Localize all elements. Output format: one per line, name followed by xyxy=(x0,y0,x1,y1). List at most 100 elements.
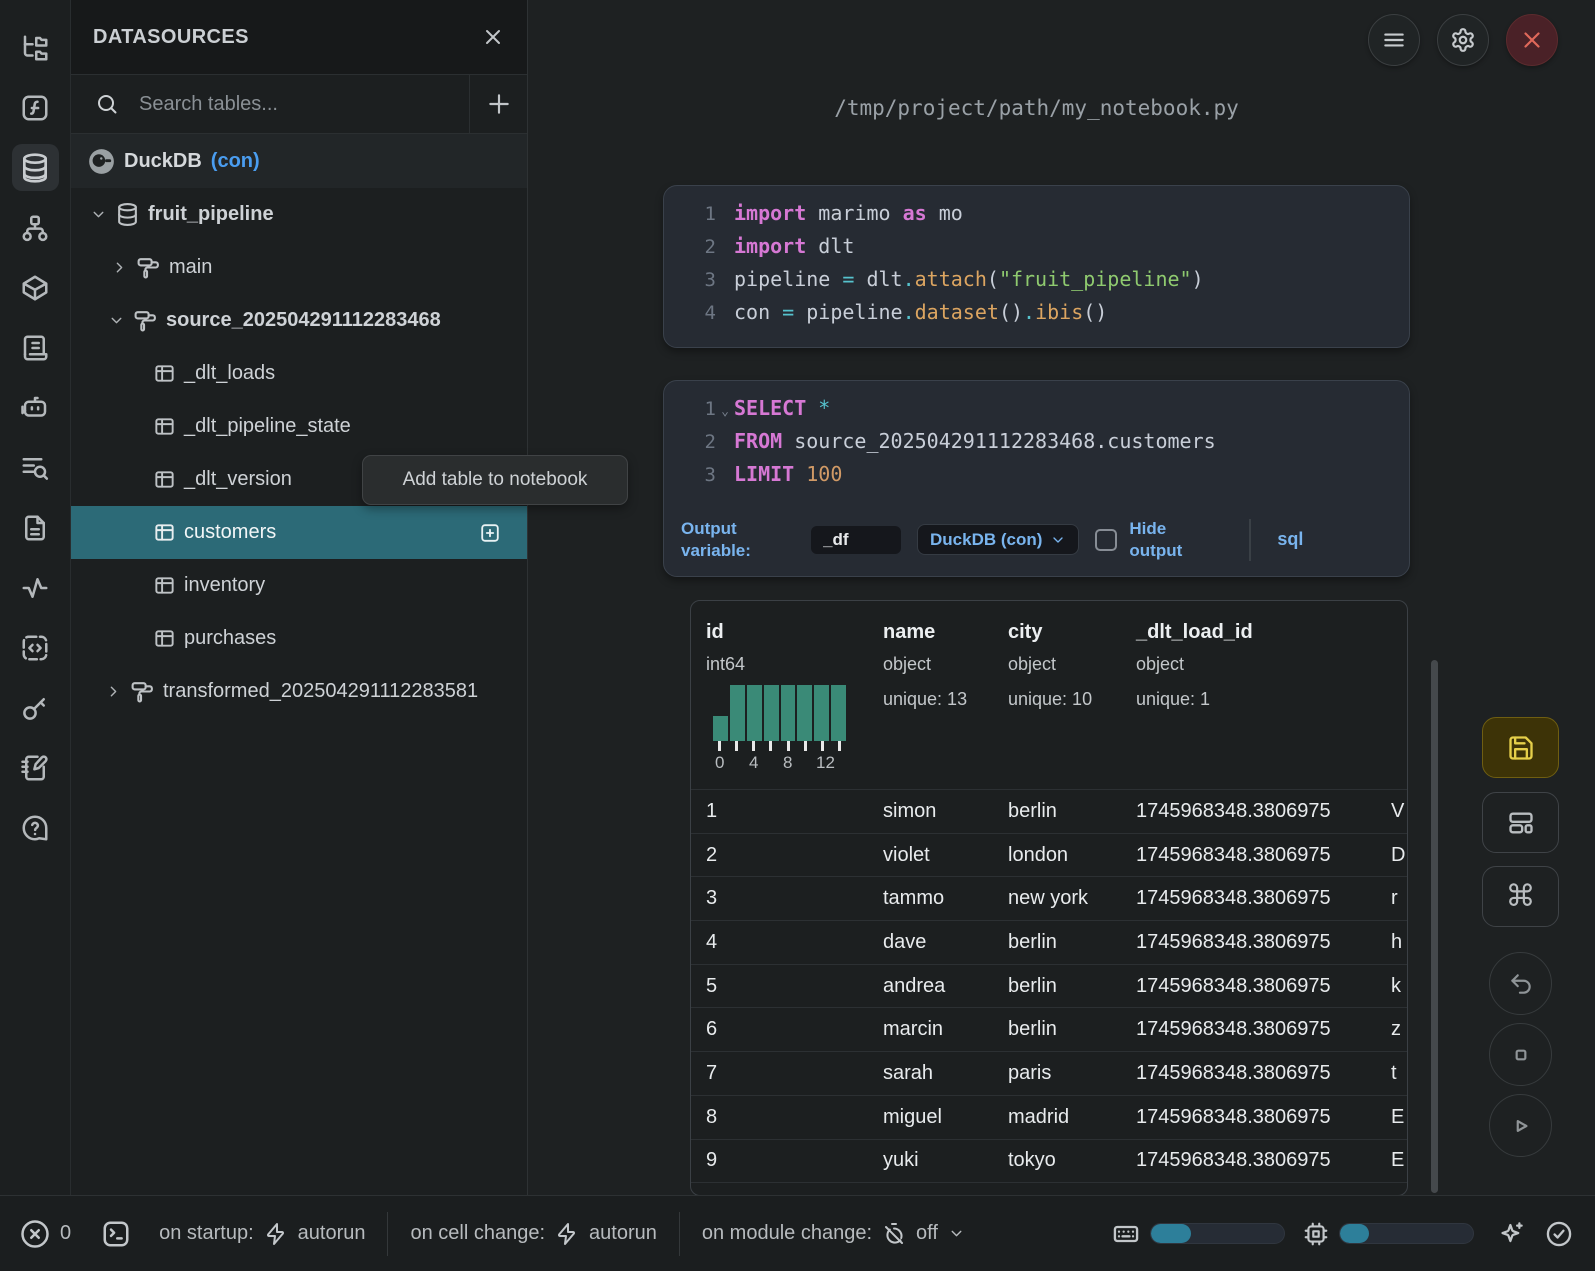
on-cell-change-setting[interactable]: on cell change: autorun xyxy=(410,1222,656,1246)
tree-item-schema-main[interactable]: main xyxy=(71,241,527,294)
search-box[interactable] xyxy=(71,75,469,133)
documentation-icon[interactable] xyxy=(12,504,59,551)
schema-icon xyxy=(130,679,155,704)
table-row[interactable]: 3tammonew york1745968348.3806975r xyxy=(691,876,1407,920)
column-header-clipped[interactable] xyxy=(1391,601,1407,789)
engine-select-dropdown[interactable]: DuckDB (con) xyxy=(917,524,1079,555)
divider xyxy=(387,1212,388,1256)
undo-button[interactable] xyxy=(1489,952,1552,1015)
tree-item-table-inventory[interactable]: inventory xyxy=(71,559,527,612)
python-cell[interactable]: 1import marimo as mo 2import dlt 3pipeli… xyxy=(663,185,1410,348)
line-number: 2 xyxy=(664,431,716,453)
code-line: pipeline = dlt.attach("fruit_pipeline") xyxy=(734,267,1204,291)
line-number: 1 xyxy=(664,203,716,225)
tree-item-label: source_202504291112283468 xyxy=(166,309,441,332)
on-module-change-setting[interactable]: on module change: off xyxy=(702,1222,965,1246)
help-icon[interactable] xyxy=(12,804,59,851)
add-table-to-notebook-icon[interactable] xyxy=(479,522,501,544)
error-indicator[interactable]: 0 xyxy=(20,1219,71,1249)
function-square-icon[interactable] xyxy=(12,84,59,131)
hide-output-checkbox[interactable] xyxy=(1095,529,1117,551)
search-row xyxy=(71,75,527,134)
on-module-change-label: on module change: xyxy=(702,1222,872,1245)
activity-rail xyxy=(0,0,71,1195)
shutdown-button[interactable] xyxy=(1506,14,1558,66)
line-number: 2 xyxy=(664,236,716,258)
duckdb-logo-icon xyxy=(88,148,115,175)
notebook-scrollbar[interactable] xyxy=(1431,660,1438,1193)
connection-status-check-icon[interactable] xyxy=(1545,1220,1573,1248)
chevron-down-icon[interactable] xyxy=(108,312,125,329)
tree-item-database[interactable]: fruit_pipeline xyxy=(71,188,527,241)
table-row[interactable]: 1simonberlin1745968348.3806975V xyxy=(691,789,1407,833)
memory-progress-bar xyxy=(1150,1223,1285,1244)
fold-chevron-icon[interactable]: ⌄ xyxy=(716,404,734,419)
command-palette-button[interactable]: ⌘ xyxy=(1482,866,1559,927)
chat-bot-icon[interactable] xyxy=(12,384,59,431)
settings-button[interactable] xyxy=(1437,14,1489,66)
snippets-code-icon[interactable] xyxy=(12,624,59,671)
table-row[interactable]: 6marcinberlin1745968348.3806975z xyxy=(691,1007,1407,1051)
column-header-dlt-load-id[interactable]: _dlt_load_id object unique: 1 xyxy=(1136,601,1391,789)
tree-item-label: _dlt_version xyxy=(184,468,292,491)
chevron-right-icon[interactable] xyxy=(111,259,128,276)
secrets-key-icon[interactable] xyxy=(12,684,59,731)
tree-item-label: main xyxy=(169,256,212,279)
run-button[interactable] xyxy=(1489,1094,1552,1157)
tree-item-table-purchases[interactable]: purchases xyxy=(71,612,527,665)
table-row[interactable]: 5andreaberlin1745968348.3806975k xyxy=(691,964,1407,1008)
clipped-table-row xyxy=(691,1182,1407,1195)
line-number: 4 xyxy=(664,302,716,324)
activity-icon[interactable] xyxy=(12,564,59,611)
logs-scroll-icon[interactable] xyxy=(12,324,59,371)
save-button[interactable] xyxy=(1482,717,1559,778)
tree-item-schema-transformed[interactable]: transformed_202504291112283581 xyxy=(71,665,527,718)
chevron-right-icon[interactable] xyxy=(105,683,122,700)
sql-cell[interactable]: 1⌄SELECT * 2FROM source_2025042911122834… xyxy=(663,380,1410,577)
engine-row[interactable]: DuckDB (con) xyxy=(71,134,527,188)
search-input[interactable] xyxy=(139,93,399,116)
packages-icon[interactable] xyxy=(12,264,59,311)
schema-icon xyxy=(136,255,161,280)
close-panel-icon[interactable] xyxy=(481,25,505,49)
list-search-icon[interactable] xyxy=(12,444,59,491)
schema-icon xyxy=(133,308,158,333)
tree-item-table-dlt-pipeline-state[interactable]: _dlt_pipeline_state xyxy=(71,400,527,453)
menu-button[interactable] xyxy=(1368,14,1420,66)
id-histogram[interactable] xyxy=(713,685,846,741)
column-header-id[interactable]: id int64 0 4 8 12 xyxy=(706,601,883,789)
query-result-table: id int64 0 4 8 12 name object unique: 13 xyxy=(690,600,1408,1195)
datasources-rail-button[interactable] xyxy=(12,144,59,191)
column-header-name[interactable]: name object unique: 13 xyxy=(883,601,1008,789)
table-row[interactable]: 8miguelmadrid1745968348.3806975E xyxy=(691,1095,1407,1139)
stop-button[interactable] xyxy=(1489,1023,1552,1086)
datasources-panel: DATASOURCES DuckDB ( xyxy=(71,0,528,1195)
column-header-city[interactable]: city object unique: 10 xyxy=(1008,601,1136,789)
sql-language-badge[interactable]: sql xyxy=(1277,529,1303,550)
tree-item-table-dlt-loads[interactable]: _dlt_loads xyxy=(71,347,527,400)
chevron-down-icon[interactable] xyxy=(90,206,107,223)
file-tree-icon[interactable] xyxy=(12,24,59,71)
output-variable-input[interactable] xyxy=(811,526,901,554)
on-startup-setting[interactable]: on startup: autorun xyxy=(159,1222,365,1246)
scratchpad-icon[interactable] xyxy=(12,744,59,791)
add-datasource-button[interactable] xyxy=(469,75,527,133)
dependency-graph-icon[interactable] xyxy=(12,204,59,251)
terminal-button[interactable] xyxy=(101,1219,131,1249)
table-row[interactable]: 2violetlondon1745968348.3806975D xyxy=(691,833,1407,877)
marimo-app: DATASOURCES DuckDB ( xyxy=(0,0,1595,1271)
zap-icon xyxy=(264,1222,288,1246)
panel-title: DATASOURCES xyxy=(93,26,249,49)
table-row[interactable]: 7sarahparis1745968348.3806975t xyxy=(691,1051,1407,1095)
tree-item-schema-source[interactable]: source_202504291112283468 xyxy=(71,294,527,347)
table-row[interactable]: 4daveberlin1745968348.3806975h xyxy=(691,920,1407,964)
hide-output-label: Hide output xyxy=(1129,518,1213,562)
command-icon: ⌘ xyxy=(1506,882,1536,912)
keyboard-icon xyxy=(1112,1220,1140,1248)
tree-item-label: transformed_202504291112283581 xyxy=(163,680,478,703)
table-row[interactable]: 9yukitokyo1745968348.3806975E xyxy=(691,1139,1407,1183)
tree-item-table-customers[interactable]: customers xyxy=(71,506,527,559)
ai-sparkles-icon[interactable] xyxy=(1498,1220,1525,1247)
chevron-down-icon xyxy=(1050,532,1066,548)
layout-toggle-button[interactable] xyxy=(1482,792,1559,853)
